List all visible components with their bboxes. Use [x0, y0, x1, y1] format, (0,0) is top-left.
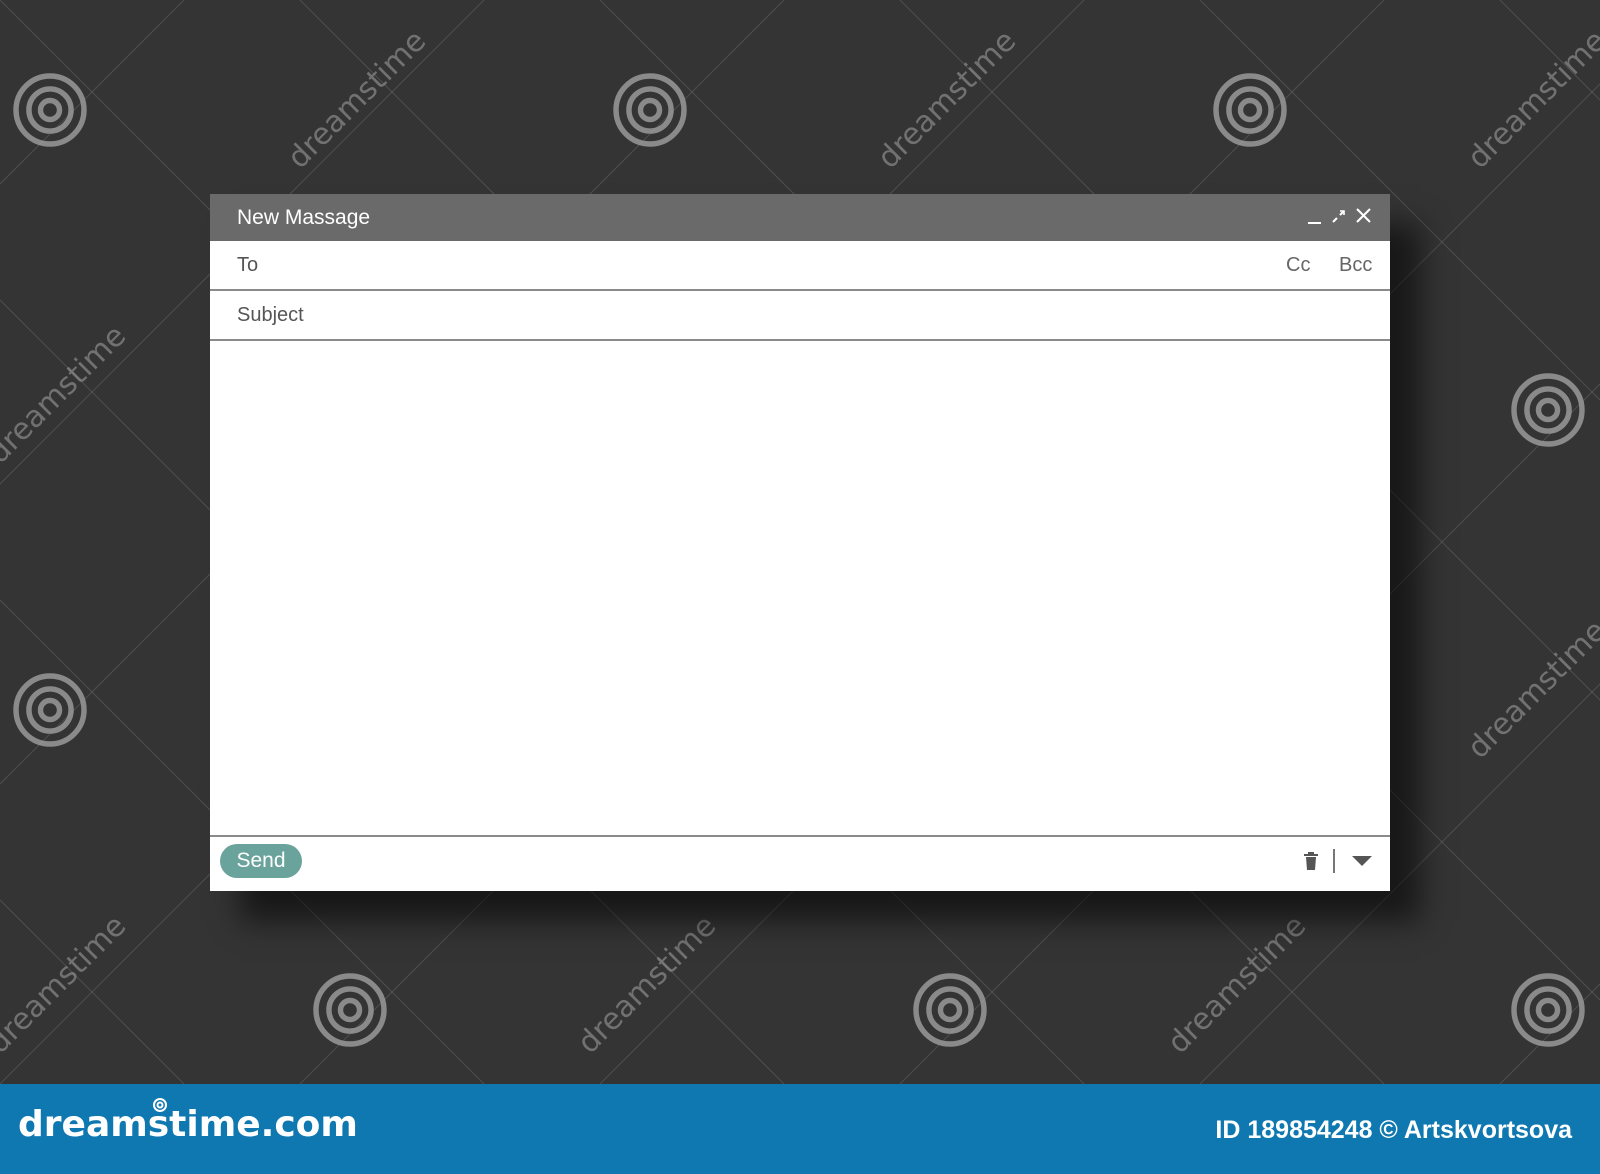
bcc-button[interactable]: Bcc: [1339, 254, 1372, 277]
footer-bar: dreamstime.com ID 189854248 © Artskvorts…: [0, 1084, 1600, 1174]
watermark-line: [1499, 983, 1600, 1084]
close-icon[interactable]: [1353, 204, 1375, 228]
watermark-line: [0, 899, 185, 1084]
to-field[interactable]: [320, 249, 1224, 283]
minimize-icon[interactable]: [1304, 204, 1326, 228]
watermark-spiral-icon: [613, 73, 687, 147]
subject-label: Subject: [237, 304, 304, 326]
message-body[interactable]: [210, 340, 1390, 835]
watermark-text: dreamstime: [571, 908, 723, 1060]
watermark-line: [0, 0, 185, 185]
watermark-line: [1499, 0, 1600, 101]
toolbar-divider: [1333, 849, 1335, 873]
watermark-text: dreamstime: [281, 23, 433, 175]
expand-icon[interactable]: [1328, 204, 1350, 228]
title-bar[interactable]: New Massage: [210, 194, 1390, 241]
spiral-icon: [152, 1097, 168, 1118]
watermark-spiral-icon: [1511, 373, 1585, 447]
compose-window: New Massage To Cc Bcc Subject Send: [210, 194, 1390, 891]
bottom-toolbar: Send: [210, 835, 1390, 891]
background: dreamstime dreamstime dreamstime dreamstime…: [0, 0, 1600, 1084]
watermark-spiral-icon: [13, 73, 87, 147]
watermark-text: dreamstime: [1161, 908, 1313, 1060]
send-button[interactable]: Send: [220, 844, 302, 878]
watermark-text: dreamstime: [0, 908, 133, 1060]
to-label: To: [237, 254, 259, 276]
window-title: New Massage: [237, 206, 371, 229]
footer-site-logo: dreamstime.com: [18, 1104, 358, 1145]
cc-button[interactable]: Cc: [1286, 254, 1310, 277]
watermark-text: dreamstime: [1461, 613, 1600, 765]
watermark-spiral-icon: [913, 973, 987, 1047]
watermark-spiral-icon: [1213, 73, 1287, 147]
subject-row: Subject: [210, 291, 1390, 341]
watermark-text: dreamstime: [0, 318, 133, 470]
watermark-text: dreamstime: [871, 23, 1023, 175]
to-row: To Cc Bcc: [210, 241, 1390, 291]
watermark-spiral-icon: [313, 973, 387, 1047]
subject-field[interactable]: [340, 299, 1244, 333]
footer-credit: ID 189854248 © Artskvortsova: [1215, 1116, 1572, 1144]
watermark-text: dreamstime: [1461, 23, 1600, 175]
watermark-spiral-icon: [1511, 973, 1585, 1047]
trash-icon[interactable]: [1303, 851, 1319, 876]
chevron-down-icon[interactable]: [1350, 854, 1374, 873]
watermark-spiral-icon: [13, 673, 87, 747]
